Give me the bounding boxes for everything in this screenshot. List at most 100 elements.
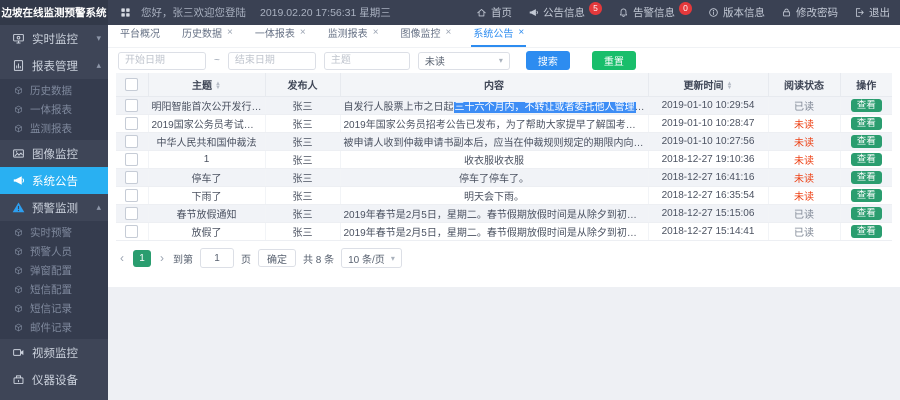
view-button[interactable]: 查看 [850, 188, 882, 203]
subject-cell: 中华人民共和国仲裁法 [148, 132, 266, 151]
sidebar-item-image-monitoring[interactable]: 图像监控 [0, 140, 108, 167]
total-count-label: 共 8 条 [303, 254, 335, 266]
column-label: 内容 [484, 81, 504, 92]
cube-icon [14, 247, 23, 256]
next-page-button[interactable]: › [158, 251, 166, 265]
subject-cell: 明阳智能首次公开发行股票招股说... [148, 96, 266, 115]
header-nav-password[interactable]: 修改密码 [781, 5, 838, 20]
close-icon[interactable]: × [446, 27, 452, 38]
row-checkbox[interactable] [125, 225, 139, 238]
table-row: 2019国家公务员考试招录专题 国...张三2019年国家公务员招考公告已发布，… [116, 114, 892, 133]
header-nav-logout[interactable]: 退出 [854, 5, 890, 20]
publisher-cell: 张三 [265, 204, 341, 223]
content-panel: 平台概况 历史数据 × 一体报表 × 监测报表 × 图像监控 × 系统公告 × ~ 未读 ▾ 搜索 … [108, 25, 900, 287]
tab-system-announcement[interactable]: 系统公告 × [471, 25, 527, 47]
close-icon[interactable]: × [227, 27, 233, 38]
prev-page-button[interactable]: ‹ [118, 251, 126, 265]
sidebar-item-realtime-monitoring[interactable]: 实时监控 ▾ [0, 25, 108, 52]
tab-image-monitoring[interactable]: 图像监控 × [399, 25, 454, 47]
read-status-badge: 已读 [794, 210, 814, 221]
sidebar-item-system-announcement[interactable]: 系统公告 [0, 167, 108, 194]
row-checkbox[interactable] [125, 153, 139, 166]
tab-monitoring-report[interactable]: 监测报表 × [326, 25, 381, 47]
tab-platform-overview[interactable]: 平台概况 [118, 25, 162, 47]
sidebar-item-sms-records[interactable]: 短信记录 [0, 299, 108, 318]
select-all-cell [116, 73, 149, 97]
view-button[interactable]: 查看 [850, 98, 882, 113]
sidebar-item-sms-config[interactable]: 短信配置 [0, 280, 108, 299]
read-status-select[interactable]: 未读 ▾ [417, 51, 510, 70]
end-date-input[interactable] [227, 51, 316, 70]
reset-button[interactable]: 重置 [591, 51, 636, 70]
pagination: ‹ 1 › 到第 页 确定 共 8 条 10 条/页 ▾ [118, 248, 900, 268]
close-icon[interactable]: × [518, 27, 524, 38]
tab-integrated-report[interactable]: 一体报表 × [253, 25, 308, 47]
sidebar-item-report-management[interactable]: 报表管理 ▴ [0, 52, 108, 79]
sidebar-item-label: 视频监控 [32, 347, 78, 360]
row-checkbox[interactable] [125, 207, 139, 220]
sidebar-item-label: 系统公告 [32, 175, 78, 188]
sidebar-item-integrated-report[interactable]: 一体报表 [0, 100, 108, 119]
sort-icon[interactable]: ▲ ▼ [215, 81, 221, 91]
subject-cell: 2019国家公务员考试招录专题 国... [148, 114, 266, 133]
row-checkbox[interactable] [125, 189, 139, 202]
status-cell: 已读 [768, 222, 841, 241]
publisher-cell: 张三 [265, 96, 341, 115]
view-button[interactable]: 查看 [850, 116, 882, 131]
row-checkbox[interactable] [125, 135, 139, 148]
header-nav-alarms[interactable]: 告警信息 0 [618, 2, 692, 20]
sidebar-item-email-records[interactable]: 邮件记录 [0, 318, 108, 337]
sidebar-item-video-monitoring[interactable]: 视频监控 [0, 339, 108, 366]
checkbox-cell [116, 114, 149, 133]
goto-confirm-button[interactable]: 确定 [258, 249, 296, 267]
column-header-content: 内容 [340, 73, 649, 97]
goto-suffix-label: 页 [241, 254, 251, 266]
sidebar-item-popup-config[interactable]: 弹窗配置 [0, 261, 108, 280]
sidebar-item-history-data[interactable]: 历史数据 [0, 81, 108, 100]
sidebar-item-realtime-warning[interactable]: 实时预警 [0, 223, 108, 242]
tab-bar: 平台概况 历史数据 × 一体报表 × 监测报表 × 图像监控 × 系统公告 × [108, 25, 900, 48]
sidebar-item-label: 预警监测 [32, 202, 78, 215]
image-icon [12, 147, 25, 160]
column-header-subject[interactable]: 主题 ▲ ▼ [148, 73, 266, 97]
status-cell: 已读 [768, 204, 841, 223]
tab-history-data[interactable]: 历史数据 × [180, 25, 235, 47]
close-icon[interactable]: × [300, 27, 306, 38]
goto-page-input[interactable] [200, 248, 234, 268]
sort-icon[interactable]: ▲ ▼ [727, 81, 733, 91]
row-checkbox[interactable] [125, 99, 139, 112]
view-button[interactable]: 查看 [850, 224, 882, 239]
table-row: 1 张三 收衣服收衣服 2018-12-27 19:10:36 未读 查看 [116, 150, 892, 169]
search-button[interactable]: 搜索 [525, 51, 570, 70]
menu-grid-icon[interactable] [120, 7, 131, 18]
view-button[interactable]: 查看 [850, 134, 882, 149]
sidebar-item-warning-personnel[interactable]: 预警人员 [0, 242, 108, 261]
page-size-select[interactable]: 10 条/页 ▾ [341, 248, 402, 268]
column-label: 更新时间 [683, 81, 724, 92]
header-nav-announcements[interactable]: 公告信息 5 [528, 2, 602, 20]
row-checkbox[interactable] [125, 171, 139, 184]
subject-cell: 春节放假通知 [148, 204, 266, 223]
view-button[interactable]: 查看 [850, 170, 882, 185]
content-cell: 收衣服收衣服 [340, 150, 649, 169]
sidebar-item-monitoring-report[interactable]: 监测报表 [0, 119, 108, 138]
cube-icon [14, 304, 23, 313]
sidebar-item-warning-monitoring[interactable]: 预警监测 ▴ [0, 194, 108, 221]
subject-input[interactable] [323, 51, 410, 70]
header-nav-version[interactable]: 版本信息 [708, 5, 765, 20]
close-icon[interactable]: × [373, 27, 379, 38]
sidebar-item-instrument-equipment[interactable]: 仪器设备 [0, 366, 108, 393]
select-all-checkbox[interactable] [125, 78, 139, 91]
sidebar-subitem-label: 短信配置 [30, 284, 72, 296]
view-button[interactable]: 查看 [850, 152, 882, 167]
page-number-1[interactable]: 1 [133, 249, 151, 267]
version-icon [708, 7, 719, 18]
view-button[interactable]: 查看 [850, 206, 882, 221]
nav-label: 退出 [869, 7, 890, 19]
sidebar-item-label: 图像监控 [32, 148, 78, 161]
row-checkbox[interactable] [125, 117, 139, 130]
updated-cell: 2018-12-27 16:35:54 [648, 186, 769, 205]
start-date-input[interactable] [118, 51, 206, 70]
column-header-updated[interactable]: 更新时间 ▲ ▼ [648, 73, 769, 97]
header-nav-home[interactable]: 首页 [476, 5, 512, 20]
